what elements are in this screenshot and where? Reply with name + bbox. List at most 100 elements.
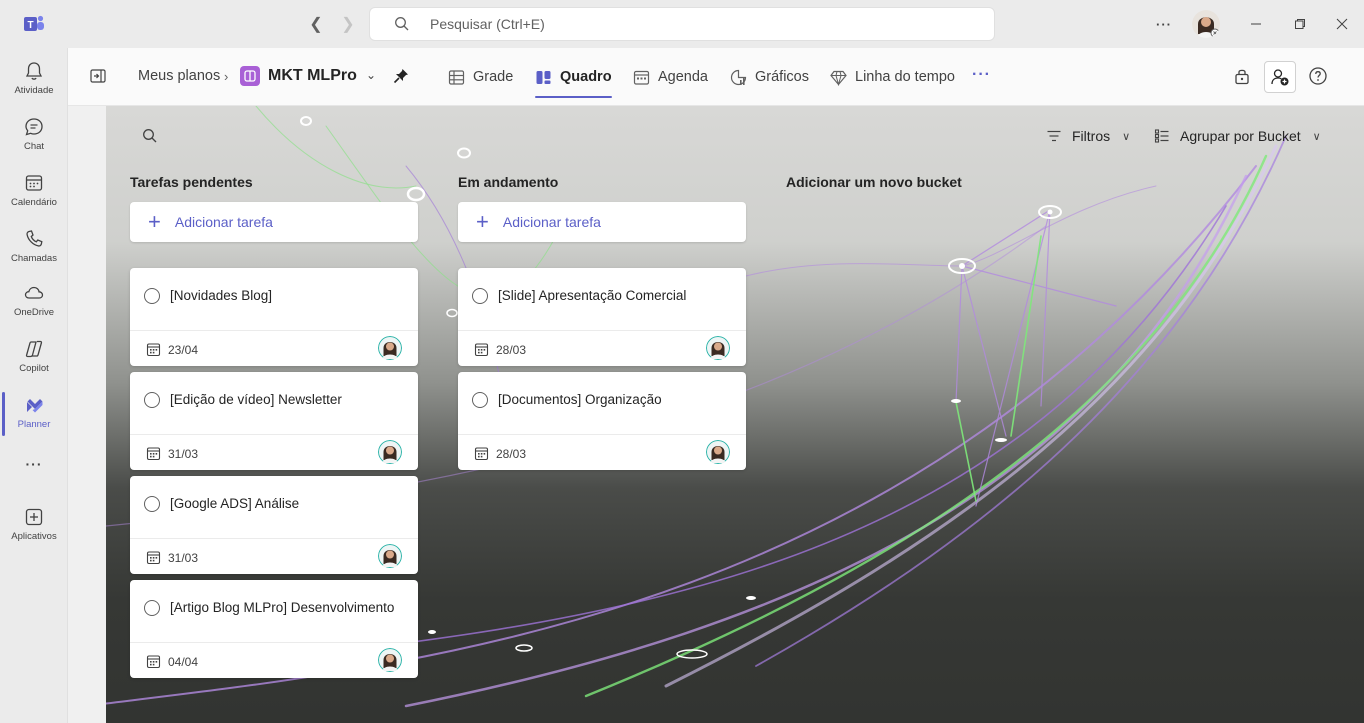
teams-logo-icon[interactable]: T bbox=[22, 12, 46, 36]
group-by-button[interactable]: Agrupar por Bucket ∨ bbox=[1154, 128, 1321, 144]
bucket-title[interactable]: Tarefas pendentes bbox=[130, 174, 253, 190]
minimize-icon bbox=[1251, 23, 1261, 25]
filters-button[interactable]: Filtros ∨ bbox=[1046, 128, 1130, 144]
plus-icon: + bbox=[476, 209, 489, 234]
rail-label: OneDrive bbox=[13, 307, 55, 318]
task-card[interactable]: [Artigo Blog MLPro] Desenvolvimento 04/0… bbox=[130, 580, 418, 678]
due-date-calendar-icon bbox=[474, 447, 489, 461]
more-icon: ··· bbox=[25, 456, 43, 472]
group-by-label: Agrupar por Bucket bbox=[1180, 128, 1301, 144]
rail-label: Chat bbox=[23, 141, 45, 152]
lock-icon[interactable] bbox=[1232, 66, 1252, 86]
due-date: 31/03 bbox=[168, 551, 199, 565]
chat-icon bbox=[25, 118, 43, 136]
rail-item-onedrive[interactable]: OneDrive bbox=[0, 274, 68, 330]
minimize-button[interactable] bbox=[1244, 12, 1268, 36]
task-title: [Novidades Blog] bbox=[170, 288, 273, 303]
task-title: [Edição de vídeo] Newsletter bbox=[170, 392, 342, 407]
app-rail: Atividade Chat Calendário Chamadas OneDr… bbox=[0, 48, 68, 723]
task-title: [Documentos] Organização bbox=[498, 392, 662, 407]
user-avatar[interactable] bbox=[1192, 10, 1220, 38]
chevron-down-icon: ∨ bbox=[1122, 130, 1131, 143]
search-box[interactable] bbox=[369, 7, 995, 41]
assignee-avatar[interactable] bbox=[378, 440, 402, 464]
due-date: 04/04 bbox=[168, 655, 199, 669]
tab-linha-do-tempo[interactable]: Linha do tempo bbox=[830, 48, 955, 106]
plan-icon bbox=[240, 66, 260, 86]
assignee-avatar[interactable] bbox=[706, 440, 730, 464]
tab-graficos[interactable]: Gráficos bbox=[730, 48, 809, 106]
tabs-more-button[interactable]: ··· bbox=[972, 66, 991, 84]
more-options-button[interactable]: ··· bbox=[1152, 12, 1176, 36]
tab-grade[interactable]: Grade bbox=[448, 48, 513, 106]
divider bbox=[458, 330, 746, 331]
add-task-button[interactable]: + Adicionar tarefa bbox=[130, 202, 418, 242]
due-date-calendar-icon bbox=[146, 343, 161, 357]
filter-icon bbox=[1047, 130, 1061, 142]
rail-item-planner[interactable]: Planner bbox=[0, 386, 68, 442]
close-icon bbox=[1336, 18, 1348, 30]
help-icon[interactable] bbox=[1308, 66, 1328, 86]
complete-task-checkbox[interactable] bbox=[472, 392, 488, 408]
due-date: 31/03 bbox=[168, 447, 199, 461]
complete-task-checkbox[interactable] bbox=[472, 288, 488, 304]
breadcrumb[interactable]: Meus planos bbox=[138, 68, 220, 84]
restore-button[interactable] bbox=[1288, 12, 1312, 36]
page-title[interactable]: MKT MLPro bbox=[268, 67, 357, 85]
rail-item-aplicativos[interactable]: Aplicativos bbox=[0, 498, 68, 554]
tab-label: Grade bbox=[473, 69, 514, 85]
rail-item-atividade[interactable]: Atividade bbox=[0, 52, 68, 108]
add-task-label: Adicionar tarefa bbox=[502, 214, 601, 230]
calendar-icon bbox=[25, 175, 43, 191]
cloud-icon bbox=[24, 286, 44, 299]
task-card[interactable]: [Google ADS] Análise 31/03 bbox=[130, 476, 418, 574]
close-button[interactable] bbox=[1330, 12, 1354, 36]
assignee-avatar[interactable] bbox=[706, 336, 730, 360]
tab-agenda[interactable]: Agenda bbox=[633, 48, 708, 106]
search-input[interactable] bbox=[430, 16, 930, 32]
rail-label: Aplicativos bbox=[11, 531, 57, 542]
grid-icon bbox=[448, 69, 465, 85]
complete-task-checkbox[interactable] bbox=[144, 392, 160, 408]
divider bbox=[130, 538, 418, 539]
rail-item-copilot[interactable]: Copilot bbox=[0, 330, 68, 386]
plus-icon: + bbox=[148, 209, 161, 234]
task-card[interactable]: [Novidades Blog] 23/04 bbox=[130, 268, 418, 366]
assignee-avatar[interactable] bbox=[378, 336, 402, 360]
chevron-down-icon: ∨ bbox=[1312, 130, 1321, 143]
rail-item-chamadas[interactable]: Chamadas bbox=[0, 220, 68, 276]
pin-icon[interactable] bbox=[392, 67, 410, 85]
complete-task-checkbox[interactable] bbox=[144, 288, 160, 304]
assignee-avatar[interactable] bbox=[378, 648, 402, 672]
rail-more-button[interactable]: ··· bbox=[0, 446, 68, 502]
copilot-icon bbox=[25, 340, 43, 358]
divider bbox=[458, 434, 746, 435]
add-person-icon bbox=[1271, 69, 1289, 86]
assignee-avatar[interactable] bbox=[378, 544, 402, 568]
share-plan-button[interactable] bbox=[1264, 61, 1296, 93]
task-card[interactable]: [Edição de vídeo] Newsletter 31/03 bbox=[130, 372, 418, 470]
rail-item-calendario[interactable]: Calendário bbox=[0, 164, 68, 220]
back-arrow-icon[interactable]: ❮ bbox=[306, 14, 326, 34]
rail-item-chat[interactable]: Chat bbox=[0, 108, 68, 164]
task-card[interactable]: [Documentos] Organização 28/03 bbox=[458, 372, 746, 470]
add-task-button[interactable]: + Adicionar tarefa bbox=[458, 202, 746, 242]
task-title: [Google ADS] Análise bbox=[170, 496, 300, 511]
forward-arrow-icon[interactable]: ❯ bbox=[338, 14, 358, 34]
divider bbox=[130, 434, 418, 435]
add-task-label: Adicionar tarefa bbox=[174, 214, 273, 230]
complete-task-checkbox[interactable] bbox=[144, 496, 160, 512]
rail-label: Atividade bbox=[14, 85, 54, 96]
bucket-title[interactable]: Em andamento bbox=[458, 174, 558, 190]
svg-text:T: T bbox=[27, 20, 33, 31]
task-card[interactable]: [Slide] Apresentação Comercial 28/03 bbox=[458, 268, 746, 366]
chevron-down-icon[interactable]: ⌄ bbox=[366, 68, 376, 82]
complete-task-checkbox[interactable] bbox=[144, 600, 160, 616]
tab-quadro[interactable]: Quadro bbox=[535, 48, 612, 106]
tab-label: Gráficos bbox=[755, 69, 809, 85]
due-date: 23/04 bbox=[168, 343, 199, 357]
expand-sidebar-icon[interactable] bbox=[90, 68, 106, 84]
task-title: [Slide] Apresentação Comercial bbox=[498, 288, 687, 303]
board-search-icon[interactable] bbox=[142, 128, 158, 144]
add-new-bucket-button[interactable]: Adicionar um novo bucket bbox=[786, 174, 962, 190]
